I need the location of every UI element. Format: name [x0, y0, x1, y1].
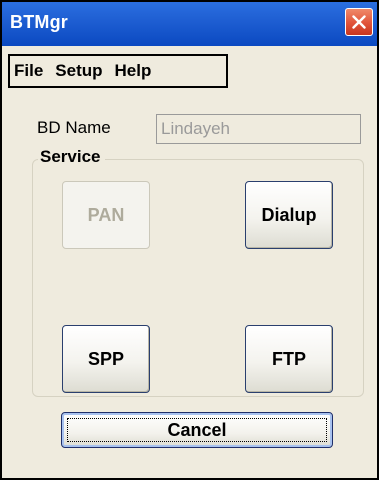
menu-setup[interactable]: Setup: [49, 61, 108, 81]
ftp-button[interactable]: FTP: [245, 325, 333, 393]
menu-help[interactable]: Help: [109, 61, 158, 81]
cancel-button[interactable]: Cancel: [61, 412, 333, 448]
spp-button[interactable]: SPP: [62, 325, 150, 393]
menu-bar: File Setup Help: [8, 54, 228, 88]
pan-button[interactable]: PAN: [62, 181, 150, 249]
close-button[interactable]: [345, 8, 373, 36]
service-legend: Service: [38, 147, 105, 167]
title-bar[interactable]: BTMgr: [2, 2, 377, 46]
bd-name-label: BD Name: [37, 118, 111, 137]
cancel-label: Cancel: [167, 419, 227, 440]
dialup-button[interactable]: Dialup: [245, 181, 333, 249]
close-icon: [352, 15, 366, 29]
menu-file[interactable]: File: [10, 61, 49, 81]
bd-name-field[interactable]: Lindayeh: [156, 114, 361, 144]
btmgr-window: BTMgr File Setup Help BD Name Lindayeh S…: [0, 0, 379, 480]
window-title: BTMgr: [10, 12, 68, 32]
